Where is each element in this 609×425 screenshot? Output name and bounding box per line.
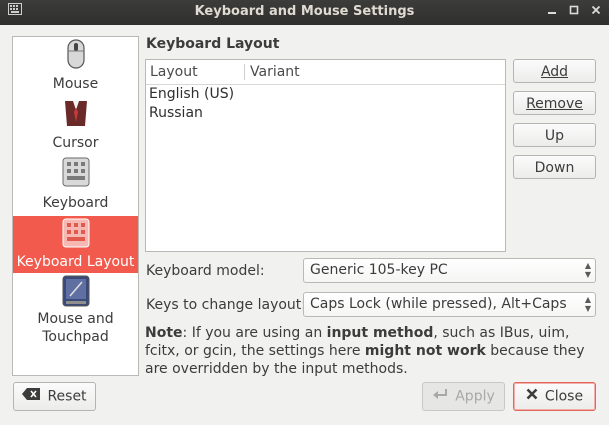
minimize-icon[interactable] <box>543 3 561 21</box>
apply-button[interactable]: Apply <box>422 382 505 411</box>
category-sidebar: Mouse Cursor Keyboard Keyboard Layout Mo… <box>12 36 139 376</box>
cursor-icon <box>62 98 90 128</box>
close-button[interactable]: Close <box>513 382 596 411</box>
up-button[interactable]: Up <box>513 123 596 147</box>
sidebar-item-label: Mouse <box>52 76 99 92</box>
column-divider[interactable] <box>244 64 245 80</box>
reset-label: Reset <box>47 388 87 405</box>
keyboard-model-select[interactable]: Generic 105-key PC ▲ ▼ <box>303 258 596 283</box>
keyboard-model-label: Keyboard model: <box>146 263 265 279</box>
layout-cell: English (US) <box>149 86 235 102</box>
sidebar-item-mouse-touchpad[interactable]: Mouse and Touchpad <box>13 275 138 373</box>
sidebar-item-label: Keyboard Layout <box>16 254 135 270</box>
column-header-variant[interactable]: Variant <box>250 64 300 80</box>
sidebar-item-keyboard-layout[interactable]: Keyboard Layout <box>13 216 138 273</box>
apply-label: Apply <box>455 388 495 405</box>
sidebar-item-keyboard[interactable]: Keyboard <box>13 157 138 214</box>
keyboard-model-value: Generic 105-key PC <box>310 262 448 278</box>
switch-keys-value: Caps Lock (while pressed), Alt+Caps Lock <box>310 296 572 312</box>
sidebar-item-label: Mouse and Touchpad <box>37 311 114 345</box>
sidebar-item-cursor[interactable]: Cursor <box>13 98 138 155</box>
close-x-icon <box>526 383 538 410</box>
note-text: : If you are using an <box>182 325 327 341</box>
window-title: Keyboard and Mouse Settings <box>194 4 415 19</box>
maximize-icon[interactable] <box>565 3 583 21</box>
layout-list[interactable]: Layout Variant English (US) Russian <box>145 59 506 252</box>
switch-keys-select[interactable]: Caps Lock (while pressed), Alt+Caps Lock… <box>303 292 596 317</box>
layout-cell: Russian <box>149 105 203 121</box>
table-row[interactable]: English (US) <box>149 86 234 102</box>
backspace-icon <box>22 383 41 410</box>
close-icon[interactable] <box>587 3 605 21</box>
note-emphasis: might not work <box>364 343 486 359</box>
keyboard-layout-icon <box>62 216 90 248</box>
keyboard-icon <box>62 157 90 187</box>
layout-list-header: Layout Variant <box>146 60 505 85</box>
up-button-label: Up <box>544 128 565 144</box>
enter-arrow-icon <box>432 383 448 410</box>
spin-arrows-icon: ▲ ▼ <box>584 295 591 313</box>
input-method-note: Note: If you are using an input method, … <box>145 324 600 378</box>
touchpad-icon <box>62 275 90 307</box>
settings-window: Keyboard and Mouse Settings Mouse Cursor <box>0 0 609 425</box>
add-button-label: Add <box>540 64 569 80</box>
down-button-label: Down <box>534 160 575 176</box>
title-bar: Keyboard and Mouse Settings <box>0 0 609 25</box>
column-header-layout[interactable]: Layout <box>150 64 198 80</box>
sidebar-item-label: Keyboard <box>42 195 109 211</box>
spin-arrows-icon: ▲ ▼ <box>584 261 591 279</box>
reset-button[interactable]: Reset <box>13 382 96 411</box>
switch-keys-label: Keys to change layout: <box>146 297 307 313</box>
section-title: Keyboard Layout <box>146 36 280 52</box>
close-label: Close <box>544 388 584 405</box>
remove-button-label: Remove <box>526 96 583 112</box>
add-button[interactable]: Add <box>513 59 596 83</box>
sidebar-item-mouse[interactable]: Mouse <box>13 39 138 96</box>
remove-button[interactable]: Remove <box>513 91 596 115</box>
mouse-icon <box>62 39 90 69</box>
down-button[interactable]: Down <box>513 155 596 179</box>
note-prefix: Note <box>145 325 183 341</box>
note-emphasis: input method <box>326 325 434 341</box>
table-row[interactable]: Russian <box>149 105 203 121</box>
sidebar-item-label: Cursor <box>52 135 99 151</box>
